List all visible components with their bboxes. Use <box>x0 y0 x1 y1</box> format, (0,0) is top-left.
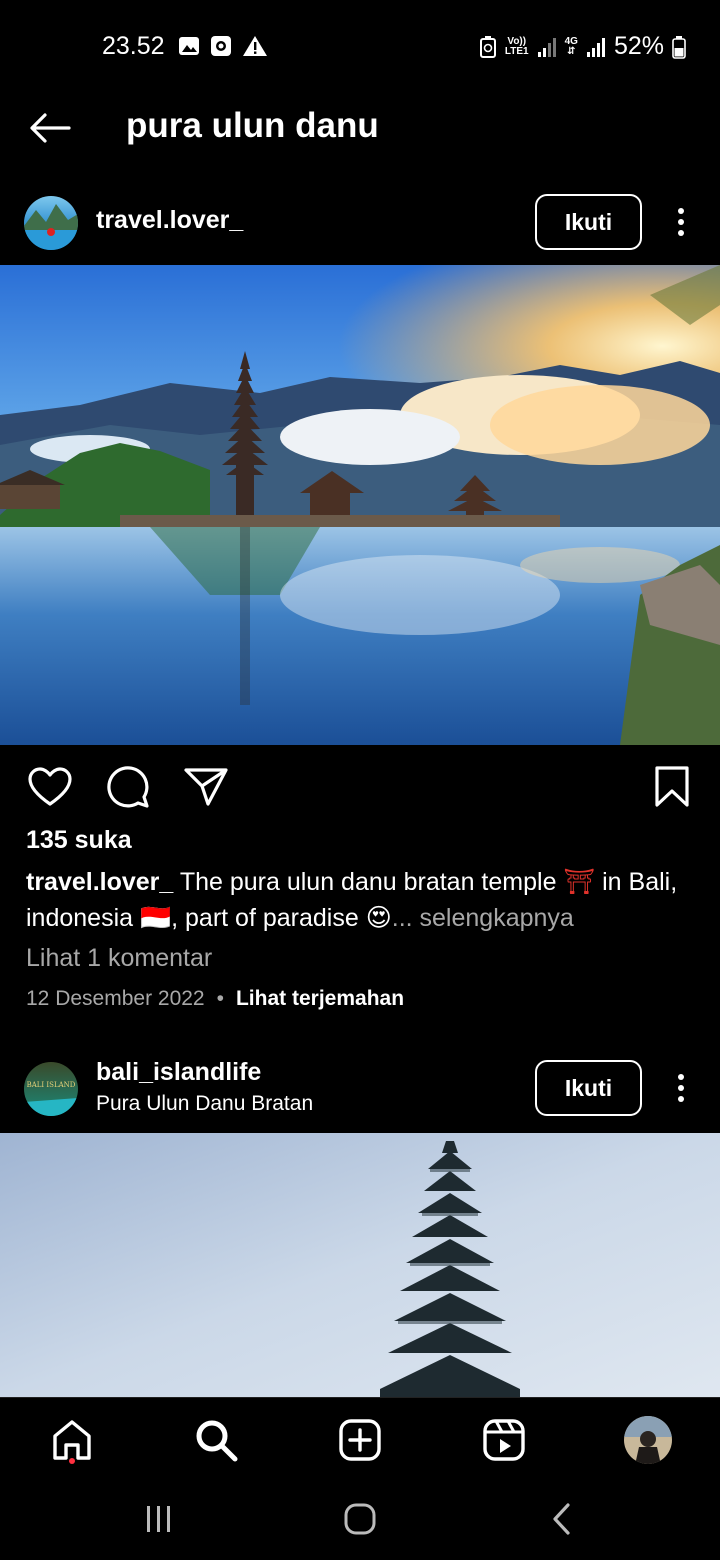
follow-button[interactable]: Ikuti <box>535 194 642 250</box>
gallery-icon <box>179 37 199 55</box>
post-header: travel.lover_ Ikuti <box>0 186 720 258</box>
notification-dot <box>69 1458 75 1464</box>
save-button[interactable] <box>648 763 696 811</box>
avatar-2[interactable]: BALI ISLAND <box>24 1062 78 1116</box>
comment-icon <box>107 766 149 808</box>
more-vertical-icon <box>678 208 684 236</box>
back-chevron-icon <box>553 1503 570 1535</box>
home-system-icon <box>344 1503 376 1535</box>
more-vertical-icon-2 <box>678 1074 684 1102</box>
screen-record-icon <box>211 36 231 56</box>
nav-create[interactable] <box>332 1412 388 1468</box>
battery-icon <box>672 35 686 59</box>
more-options-button-2[interactable] <box>666 1064 696 1112</box>
search-icon <box>196 1420 238 1462</box>
username[interactable]: travel.lover_ <box>96 206 243 235</box>
signal-icon <box>537 37 556 57</box>
nav-search[interactable] <box>188 1412 244 1468</box>
post-meta: 12 Desember 2022 • Lihat terjemahan <box>26 987 404 1011</box>
profile-avatar-icon <box>624 1416 672 1464</box>
avatar-image-2: BALI ISLAND <box>24 1062 78 1116</box>
comment-button[interactable] <box>104 763 152 811</box>
back-button[interactable] <box>26 106 74 150</box>
avatar-2-text: BALI ISLAND <box>27 1081 76 1089</box>
see-more-link[interactable]: ... selengkapnya <box>392 904 574 932</box>
back-arrow-icon <box>30 113 71 143</box>
more-options-button[interactable] <box>666 198 696 246</box>
home-icon <box>53 1420 91 1460</box>
post-photo-2[interactable] <box>0 1133 720 1397</box>
like-button[interactable] <box>26 763 74 811</box>
status-time: 23.52 <box>102 32 165 60</box>
recent-apps-button[interactable] <box>137 1497 181 1541</box>
status-bar: 23.52 Vo)) LTE1 4G ⇵ 52% <box>0 0 720 92</box>
volte-label: Vo)) <box>507 35 527 47</box>
reels-icon <box>483 1419 525 1461</box>
data-arrows-icon: ⇵ <box>567 45 576 57</box>
heart-icon <box>28 767 72 806</box>
nav-reels[interactable] <box>476 1412 532 1468</box>
meta-separator: • <box>216 987 224 1010</box>
share-button[interactable] <box>182 763 230 811</box>
pagoda-photo-image <box>0 1133 720 1397</box>
page-title: pura ulun danu <box>126 106 379 145</box>
add-post-icon <box>339 1419 381 1461</box>
post-header-2: BALI ISLAND bali_islandlife Pura Ulun Da… <box>0 1052 720 1124</box>
post-actions <box>0 755 720 815</box>
caption-text-3: , part of paradise <box>171 904 366 932</box>
post-photo[interactable] <box>0 265 720 745</box>
network-label: 4G <box>564 35 578 47</box>
temple-photo-image <box>0 265 720 745</box>
username-2[interactable]: bali_islandlife <box>96 1058 261 1087</box>
caption-text-1: The pura ulun danu bratan temple <box>173 868 564 896</box>
bookmark-icon <box>655 766 689 807</box>
caption-username[interactable]: travel.lover_ <box>26 868 173 896</box>
send-icon <box>184 768 228 806</box>
avatar-image <box>24 196 78 250</box>
recent-apps-icon <box>147 1506 170 1532</box>
lte-label: LTE1 <box>504 45 529 57</box>
recycle-icon <box>479 35 496 58</box>
warning-icon <box>243 36 267 56</box>
post-location[interactable]: Pura Ulun Danu Bratan <box>96 1092 313 1116</box>
signal-icon-2 <box>586 37 605 57</box>
back-system-button[interactable] <box>540 1497 584 1541</box>
post-caption: travel.lover_ The pura ulun danu bratan … <box>26 864 696 936</box>
battery-percent: 52% <box>613 32 664 60</box>
avatar[interactable] <box>24 196 78 250</box>
system-navigation <box>0 1479 720 1560</box>
search-header: pura ulun danu <box>0 92 720 164</box>
indonesia-flag-emoji: 🇮🇩 <box>139 904 172 932</box>
bottom-navigation <box>0 1397 720 1479</box>
home-system-button[interactable] <box>338 1497 382 1541</box>
nav-profile[interactable] <box>620 1412 676 1468</box>
post-date: 12 Desember 2022 <box>26 987 205 1010</box>
view-comments-link[interactable]: Lihat 1 komentar <box>26 944 212 973</box>
follow-button-2[interactable]: Ikuti <box>535 1060 642 1116</box>
heart-eyes-emoji: 😍 <box>365 904 392 932</box>
translate-link[interactable]: Lihat terjemahan <box>236 987 404 1011</box>
likes-count[interactable]: 135 suka <box>26 826 132 855</box>
torii-emoji: ⛩ <box>563 868 596 896</box>
